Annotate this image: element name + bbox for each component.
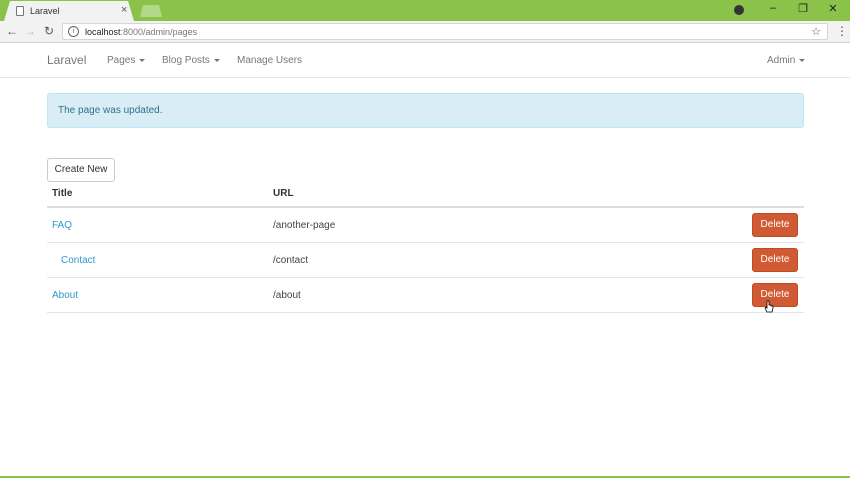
caret-down-icon bbox=[799, 58, 806, 62]
page-url: /about bbox=[273, 290, 301, 301]
back-icon[interactable]: ← bbox=[5, 24, 19, 38]
page-title-link[interactable]: FAQ bbox=[52, 220, 72, 231]
info-icon[interactable]: i bbox=[68, 26, 79, 37]
forward-icon[interactable]: → bbox=[23, 24, 37, 38]
nav-pages-label: Pages bbox=[107, 55, 136, 66]
caret-down-icon bbox=[139, 58, 146, 62]
nav-blog-posts-label: Blog Posts bbox=[162, 55, 210, 66]
table-row: FAQ /another-page Delete bbox=[47, 208, 804, 243]
nav-manage-users[interactable]: Manage Users bbox=[237, 55, 302, 66]
success-alert: The page was updated. bbox=[47, 93, 804, 128]
create-new-button[interactable]: Create New bbox=[47, 158, 115, 182]
column-header-url: URL bbox=[273, 188, 294, 199]
alert-message: The page was updated. bbox=[58, 105, 163, 116]
browser-tab[interactable]: Laravel × bbox=[4, 1, 134, 21]
new-tab-button[interactable] bbox=[140, 5, 162, 17]
page-url: /another-page bbox=[273, 220, 336, 231]
hand-cursor-icon bbox=[764, 300, 774, 313]
browser-titlebar: Laravel × – ❐ ✕ bbox=[0, 0, 850, 21]
profile-icon[interactable] bbox=[734, 5, 744, 15]
browser-toolbar: ← → ↻ i localhost:8000/admin/pages ☆ ⋮ bbox=[0, 21, 850, 43]
brand-link[interactable]: Laravel bbox=[47, 53, 86, 67]
url-host: localhost bbox=[85, 26, 121, 37]
column-header-title: Title bbox=[52, 188, 73, 199]
delete-button[interactable]: Delete bbox=[752, 213, 798, 237]
close-tab-icon[interactable]: × bbox=[121, 4, 127, 16]
bookmark-star-icon[interactable]: ☆ bbox=[811, 25, 821, 38]
minimize-icon[interactable]: – bbox=[764, 2, 782, 14]
document-icon bbox=[16, 6, 24, 16]
address-bar[interactable]: i localhost:8000/admin/pages ☆ bbox=[62, 23, 828, 40]
table-row: Contact /contact Delete bbox=[47, 243, 804, 278]
user-menu-dropdown[interactable]: Admin bbox=[767, 55, 806, 66]
app-navbar: Laravel Pages Blog Posts Manage Users Ad… bbox=[0, 43, 850, 78]
browser-menu-icon[interactable]: ⋮ bbox=[836, 24, 848, 38]
reload-icon[interactable]: ↻ bbox=[42, 24, 56, 38]
delete-button[interactable]: Delete bbox=[752, 283, 798, 307]
table-row: About /about Delete bbox=[47, 278, 804, 313]
url-path: :8000/admin/pages bbox=[120, 26, 198, 37]
tab-title: Laravel bbox=[30, 6, 60, 16]
close-window-icon[interactable]: ✕ bbox=[824, 2, 842, 15]
delete-button[interactable]: Delete bbox=[752, 248, 798, 272]
nav-blog-posts-dropdown[interactable]: Blog Posts bbox=[162, 55, 220, 66]
page-title-link[interactable]: Contact bbox=[61, 255, 95, 266]
nav-pages-dropdown[interactable]: Pages bbox=[107, 55, 146, 66]
row-divider bbox=[47, 312, 804, 313]
page-title-link[interactable]: About bbox=[52, 290, 78, 301]
restore-icon[interactable]: ❐ bbox=[794, 2, 812, 15]
page-url: /contact bbox=[273, 255, 309, 266]
user-menu-label: Admin bbox=[767, 55, 796, 66]
caret-down-icon bbox=[213, 58, 220, 62]
